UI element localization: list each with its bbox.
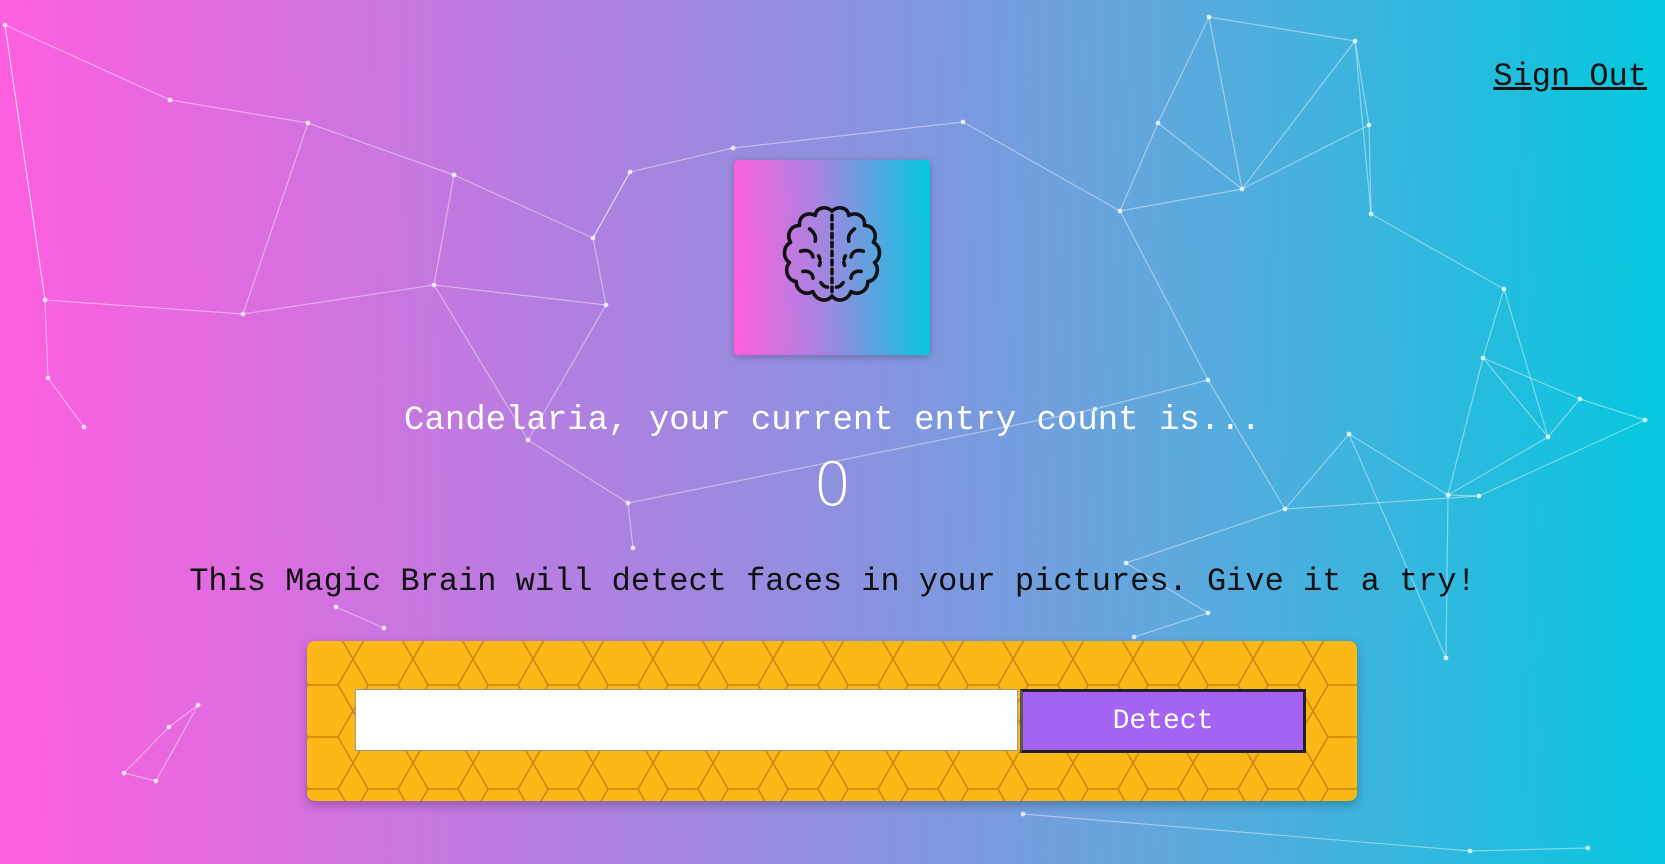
particle-link (433, 174, 455, 286)
particle-link (1119, 210, 1209, 381)
particle-link (44, 299, 244, 315)
particle-node (1206, 14, 1212, 20)
particle-node (1368, 211, 1374, 217)
particle-node (45, 375, 51, 381)
particle-node (1020, 811, 1026, 817)
particle-link (1241, 40, 1356, 190)
particle-node (381, 625, 387, 631)
particle-link (123, 772, 157, 782)
particle-link (1208, 16, 1243, 190)
particle-node (1480, 355, 1486, 361)
entry-count-greeting: Candelaria, your current entry count is.… (404, 402, 1261, 440)
particle-link (4, 24, 46, 301)
particle-link (1119, 188, 1243, 212)
particle-node (960, 119, 966, 125)
particle-node (1366, 122, 1372, 128)
particle-node (1131, 634, 1137, 640)
tagline: This Magic Brain will detect faces in yo… (189, 563, 1476, 600)
particle-node (1585, 845, 1591, 851)
particle-node (42, 297, 48, 303)
particle-node (1501, 286, 1507, 292)
particle-node (305, 120, 311, 126)
particle-node (630, 545, 636, 551)
particle-node (1239, 186, 1245, 192)
particle-node (195, 702, 201, 708)
particle-node (121, 770, 127, 776)
particle-node (1352, 38, 1358, 44)
particle-node (166, 724, 172, 730)
particle-node (627, 169, 633, 175)
particle-node (431, 282, 437, 288)
particle-link (1241, 124, 1370, 190)
particle-link (1133, 612, 1209, 638)
particle-link (155, 704, 199, 782)
image-url-input[interactable] (355, 689, 1018, 751)
particle-node (1443, 655, 1449, 661)
particle-node (1155, 120, 1161, 126)
particle-link (242, 284, 435, 315)
particle-node (1117, 208, 1123, 214)
particle-link (1482, 288, 1505, 359)
particle-link (44, 299, 49, 379)
particle-link (453, 174, 594, 239)
particle-link (1469, 847, 1589, 852)
particle-link (168, 704, 199, 728)
particle-node (603, 302, 609, 308)
entry-count-value: 0 (813, 450, 852, 520)
particle-link (1157, 16, 1210, 124)
particle-node (1577, 396, 1583, 402)
particle-node (1467, 848, 1473, 854)
particle-link (169, 99, 309, 124)
particle-link (1208, 16, 1356, 42)
logo-card (734, 160, 930, 355)
particle-node (167, 97, 173, 103)
particle-link (1370, 213, 1505, 290)
top-navigation: Sign Out (1493, 58, 1647, 95)
particle-link (335, 606, 385, 629)
particle-link (1157, 122, 1243, 190)
particle-link (629, 147, 734, 173)
particle-link (123, 726, 170, 774)
particle-node (730, 145, 736, 151)
particle-node (240, 311, 246, 317)
particle-link (592, 237, 607, 306)
particle-node (590, 235, 596, 241)
particle-link (1119, 122, 1159, 212)
particle-link (962, 121, 1121, 212)
particle-link (242, 122, 309, 315)
particle-node (1205, 610, 1211, 616)
particle-link (1022, 813, 1471, 852)
particle-node (333, 604, 339, 610)
particle-node (2, 22, 8, 28)
particle-node (1205, 377, 1211, 383)
particle-link (1482, 357, 1581, 400)
particle-link (307, 122, 455, 176)
particle-node (153, 778, 159, 784)
particle-link (732, 121, 964, 149)
particle-link (592, 171, 631, 239)
image-link-form: Detect (307, 641, 1357, 801)
detect-button[interactable]: Detect (1020, 689, 1306, 753)
sign-out-link[interactable]: Sign Out (1493, 58, 1647, 95)
particle-link (433, 284, 607, 306)
brain-icon (782, 205, 882, 302)
particle-link (4, 24, 171, 101)
particle-node (451, 172, 457, 178)
